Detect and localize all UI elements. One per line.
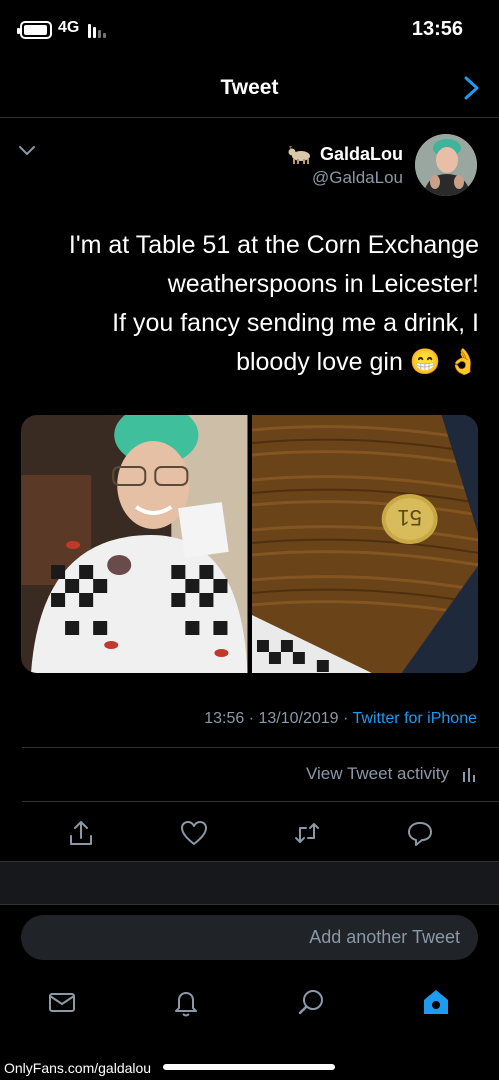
tweet-text-line: bloody love gin 😁 👌 [236,348,479,376]
tweet-timestamp: 13:56 · 13/10/2019 · [204,710,353,727]
tweet-media: 51 [21,415,478,673]
home-indicator [163,1064,335,1070]
add-tweet-input[interactable] [21,915,478,960]
tweet-text: I'm at Table 51 at the Corn Exchange wea… [20,226,479,382]
tweet-meta: 13:56 · 13/10/2019 · Twitter for iPhone [204,710,477,728]
add-tweet-field[interactable] [21,915,478,960]
page-title: Tweet [220,76,279,99]
goat-emoji-icon [288,145,310,164]
notifications-bell-icon[interactable] [170,986,202,1018]
bottom-tab-bar [0,978,499,1034]
nav-bar: Tweet [0,60,499,118]
table-number-photo[interactable]: 51 [251,415,478,673]
divider [22,801,499,802]
section-separator [0,861,499,905]
view-tweet-activity[interactable]: View Tweet activity [306,764,477,784]
home-icon[interactable] [420,986,452,1018]
tweet-text-line: I'm at Table 51 at the Corn Exchange [68,231,479,259]
tweet-text-line: weatherspoons in Leicester! [167,270,479,298]
signal-strength-icon [88,22,110,38]
tweet-text-line: If you fancy sending me a drink, I [112,309,479,337]
back-arrow-icon[interactable] [459,74,485,102]
search-icon[interactable] [296,986,328,1018]
author-handle[interactable]: @GaldaLou [312,168,403,188]
avatar[interactable] [415,134,477,196]
battery-icon [17,21,52,39]
share-icon[interactable] [66,818,96,848]
author-display-name[interactable]: GaldaLou [288,144,403,165]
messages-mail-icon[interactable] [46,986,78,1018]
network-type: 4G [58,19,80,36]
selfie-photo[interactable] [21,415,248,673]
divider [22,747,499,748]
activity-chart-icon [463,768,475,782]
retweet-icon[interactable] [292,818,322,848]
tweet-header: GaldaLou @GaldaLou [0,118,499,208]
chevron-down-icon[interactable] [18,144,36,158]
activity-label: View Tweet activity [306,764,449,783]
display-name-text: GaldaLou [319,144,403,164]
tweet-actions [0,810,499,860]
table-number-label: 51 [397,505,421,530]
like-heart-icon[interactable] [179,818,209,848]
watermark-text: OnlyFans.com/galdalou [4,1060,152,1076]
status-bar: 4G 13:56 [0,0,499,60]
reply-comment-icon[interactable] [405,818,435,848]
tweet-source-link[interactable]: Twitter for iPhone [353,710,478,727]
status-time: 13:56 [411,18,463,40]
